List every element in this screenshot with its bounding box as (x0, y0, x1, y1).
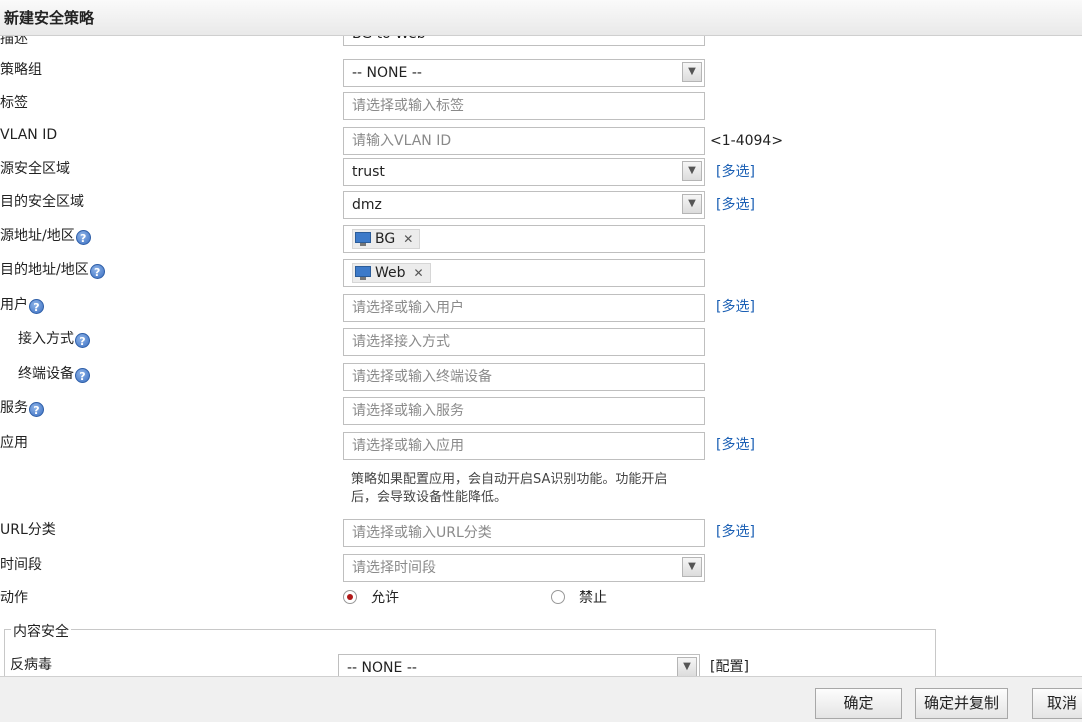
application-hint-line1: 策略如果配置应用，会自动开启SA识别功能。功能开启 (351, 472, 668, 487)
content-security-legend: 内容安全 (11, 621, 71, 641)
source-zone-value: trust (352, 164, 385, 180)
row-source-zone: 源安全区域 trust ▼ [多选] (0, 158, 1082, 190)
antivirus-label: 反病毒 (10, 657, 52, 673)
row-policy-group: 策略组 -- NONE -- ▼ (0, 59, 1082, 91)
access-method-input[interactable]: 请选择接入方式 (343, 328, 705, 356)
description-input[interactable]: BG to Web (343, 36, 705, 46)
help-icon[interactable]: ? (75, 333, 90, 348)
source-zone-label: 源安全区域 (0, 161, 70, 177)
dest-address-label: 目的地址/地区? (0, 259, 105, 279)
user-multi-select-link[interactable]: [多选] (716, 296, 755, 316)
dest-zone-select[interactable]: dmz ▼ (343, 191, 705, 219)
time-range-label: 时间段 (0, 557, 42, 573)
help-icon[interactable]: ? (29, 299, 44, 314)
row-dest-address: 目的地址/地区? Web ✕ (0, 259, 1082, 291)
row-application: 应用 请选择或输入应用 [多选] (0, 432, 1082, 464)
access-method-label: 接入方式? (18, 328, 90, 348)
source-zone-multi-select-link[interactable]: [多选] (716, 161, 755, 181)
row-url-category: URL分类 请选择或输入URL分类 [多选] (0, 519, 1082, 551)
application-multi-select-link[interactable]: [多选] (716, 434, 755, 454)
application-input[interactable]: 请选择或输入应用 (343, 432, 705, 460)
row-source-address: 源地址/地区? BG ✕ (0, 225, 1082, 257)
policy-form: 描述 BG to Web 策略组 -- NONE -- ▼ 标签 请选择或输入标… (0, 36, 1082, 676)
radio-selected-indicator[interactable] (343, 590, 357, 604)
chevron-down-icon[interactable]: ▼ (682, 161, 702, 181)
cancel-button[interactable]: 取消 (1032, 688, 1082, 719)
chevron-down-icon[interactable]: ▼ (677, 657, 697, 676)
action-allow-label: 允许 (371, 590, 399, 606)
service-input[interactable]: 请选择或输入服务 (343, 397, 705, 425)
ok-and-copy-button[interactable]: 确定并复制 (915, 688, 1008, 719)
tags-label: 标签 (0, 95, 28, 111)
row-tags: 标签 请选择或输入标签 (0, 92, 1082, 124)
action-deny-radio[interactable]: 禁止 (551, 587, 607, 607)
dialog-footer: 确定 确定并复制 取消 (0, 676, 1082, 722)
dialog-titlebar: 新建安全策略 (0, 0, 1082, 36)
dest-zone-multi-select-link[interactable]: [多选] (716, 194, 755, 214)
action-label: 动作 (0, 590, 28, 606)
row-user: 用户? 请选择或输入用户 [多选] (0, 294, 1082, 326)
address-tag-web: Web ✕ (352, 263, 431, 283)
time-range-select[interactable]: 请选择时间段 ▼ (343, 554, 705, 582)
policy-group-label: 策略组 (0, 62, 42, 78)
row-antivirus: 反病毒 -- NONE -- ▼ [配置] (0, 654, 1082, 676)
source-address-label: 源地址/地区? (0, 225, 91, 245)
help-icon[interactable]: ? (89, 264, 105, 279)
url-category-label: URL分类 (0, 522, 56, 538)
address-tag-label: BG (375, 231, 396, 247)
action-deny-label: 禁止 (579, 590, 607, 606)
dest-zone-label: 目的安全区域 (0, 194, 84, 210)
ok-button[interactable]: 确定 (815, 688, 902, 719)
row-dest-zone: 目的安全区域 dmz ▼ [多选] (0, 191, 1082, 223)
application-hint-line2: 后，会导致设备性能降低。 (351, 490, 508, 505)
address-tag-bg: BG ✕ (352, 229, 421, 249)
row-description: 描述 BG to Web (0, 36, 1082, 60)
radio-unselected-indicator[interactable] (551, 590, 565, 604)
host-pc-icon (355, 266, 371, 280)
help-icon[interactable]: ? (75, 368, 90, 383)
policy-group-select[interactable]: -- NONE -- ▼ (343, 59, 705, 87)
row-vlan-id: VLAN ID 请输入VLAN ID <1-4094> (0, 127, 1082, 159)
chevron-down-icon[interactable]: ▼ (682, 62, 702, 82)
application-hint: 策略如果配置应用，会自动开启SA识别功能。功能开启 后，会导致设备性能降低。 (351, 471, 721, 507)
row-service: 服务? 请选择或输入服务 (0, 397, 1082, 429)
service-label: 服务? (0, 397, 44, 417)
policy-group-value: -- NONE -- (352, 65, 422, 81)
address-tag-label: Web (375, 265, 406, 281)
terminal-device-label: 终端设备? (18, 363, 90, 383)
remove-x-icon[interactable]: ✕ (403, 230, 413, 248)
description-label: 描述 (0, 36, 28, 47)
host-pc-icon (355, 232, 371, 246)
time-range-placeholder: 请选择时间段 (352, 560, 436, 576)
vlan-id-input[interactable]: 请输入VLAN ID (343, 127, 705, 155)
tags-input[interactable]: 请选择或输入标签 (343, 92, 705, 120)
chevron-down-icon[interactable]: ▼ (682, 557, 702, 577)
antivirus-value: -- NONE -- (347, 660, 417, 676)
chevron-down-icon[interactable]: ▼ (682, 194, 702, 214)
vlan-id-label: VLAN ID (0, 127, 58, 143)
terminal-device-input[interactable]: 请选择或输入终端设备 (343, 363, 705, 391)
user-input[interactable]: 请选择或输入用户 (343, 294, 705, 322)
help-icon[interactable]: ? (29, 402, 44, 417)
url-category-input[interactable]: 请选择或输入URL分类 (343, 519, 705, 547)
dialog-title: 新建安全策略 (4, 9, 95, 27)
help-icon[interactable]: ? (75, 230, 91, 245)
dest-address-input[interactable]: Web ✕ (343, 259, 705, 287)
row-action: 动作 允许 禁止 (0, 587, 1082, 619)
remove-x-icon[interactable]: ✕ (414, 264, 424, 282)
row-access-method: 接入方式? 请选择接入方式 (0, 328, 1082, 360)
source-address-input[interactable]: BG ✕ (343, 225, 705, 253)
url-category-multi-select-link[interactable]: [多选] (716, 521, 755, 541)
action-allow-radio[interactable]: 允许 (343, 587, 399, 607)
vlan-range-note: <1-4094> (710, 133, 784, 149)
source-zone-select[interactable]: trust ▼ (343, 158, 705, 186)
antivirus-config-link[interactable]: [配置] (710, 656, 749, 676)
dest-zone-value: dmz (352, 197, 382, 213)
antivirus-select[interactable]: -- NONE -- ▼ (338, 654, 700, 676)
row-time-range: 时间段 请选择时间段 ▼ (0, 554, 1082, 586)
application-label: 应用 (0, 435, 28, 451)
row-terminal-device: 终端设备? 请选择或输入终端设备 (0, 363, 1082, 395)
user-label: 用户? (0, 294, 44, 314)
